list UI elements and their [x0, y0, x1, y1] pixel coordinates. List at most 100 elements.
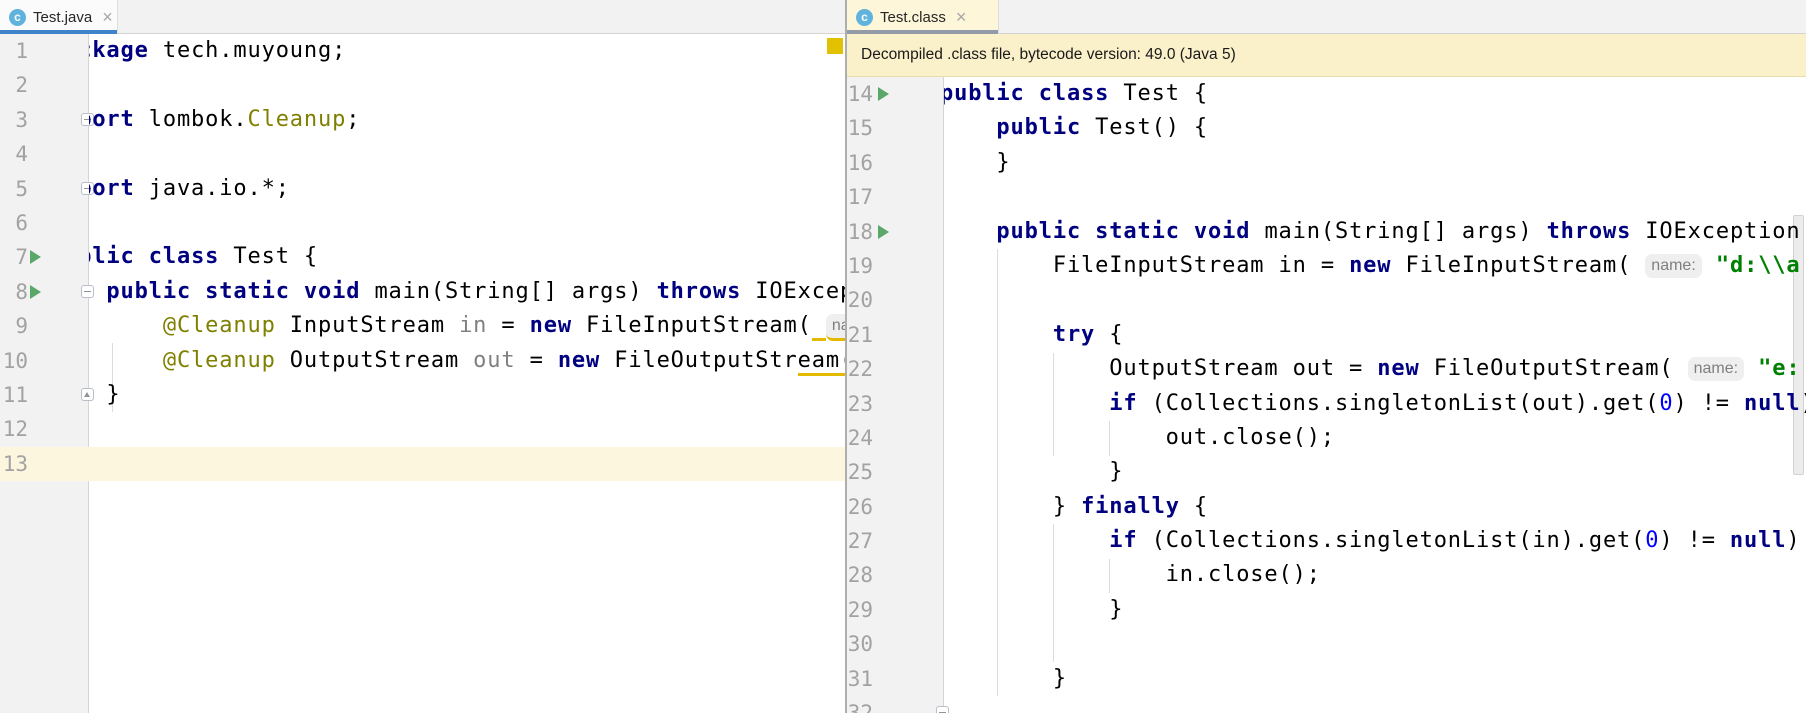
code-line[interactable]: 16 } [847, 146, 1806, 180]
code-line[interactable]: 15 public Test() { [847, 111, 1806, 145]
code-text[interactable]: } [944, 662, 1806, 696]
line-number[interactable]: 17 [847, 180, 873, 214]
code-line[interactable]: 3 import lombok.Cleanup; [0, 103, 845, 137]
line-number[interactable]: 23 [847, 387, 873, 421]
code-text[interactable]: } [944, 455, 1806, 489]
line-number[interactable]: 15 [847, 111, 873, 145]
code-text[interactable]: import lombok.Cleanup; [89, 103, 845, 137]
line-number[interactable]: 16 [847, 146, 873, 180]
code-line[interactable]: 26 } finally { [847, 490, 1806, 524]
line-number[interactable]: 27 [847, 524, 873, 558]
code-text[interactable]: } [89, 378, 845, 412]
run-icon[interactable] [30, 284, 41, 299]
line-number[interactable]: 14 [847, 77, 873, 111]
code-text[interactable]: @Cleanup InputStream in = new FileInputS… [89, 309, 845, 343]
line-number[interactable]: 10 [0, 344, 28, 378]
code-line[interactable]: 13 [0, 447, 845, 481]
run-icon[interactable] [30, 250, 41, 265]
code-line[interactable]: 18 public static void main(String[] args… [847, 215, 1806, 249]
code-line[interactable]: 25 } [847, 455, 1806, 489]
code-text[interactable]: out.close(); [944, 421, 1806, 455]
code-text[interactable]: public Test() { [944, 111, 1806, 145]
code-line[interactable]: 27 if (Collections.singletonList(in).get… [847, 524, 1806, 558]
code-editor-source[interactable]: 1 package tech.muyoung; 23 import lombok.Cl… [0, 34, 845, 713]
code-text[interactable] [89, 137, 845, 171]
code-text[interactable]: FileInputStream in = new FileInputStream… [944, 249, 1806, 283]
code-line[interactable]: 22 OutputStream out = new FileOutputStre… [847, 352, 1806, 386]
tab-test-class[interactable]: c Test.class × [847, 0, 999, 34]
close-icon[interactable]: × [956, 8, 967, 26]
code-text[interactable] [944, 627, 1806, 661]
code-text[interactable]: package tech.muyoung; [89, 34, 845, 68]
line-number[interactable]: 21 [847, 318, 873, 352]
run-icon[interactable] [878, 87, 889, 101]
code-text[interactable]: in.close(); [944, 558, 1806, 592]
code-line[interactable]: 32 [847, 696, 1806, 713]
code-text[interactable]: public static void main(String[] args) t… [89, 275, 845, 309]
line-number[interactable]: 32 [847, 696, 873, 713]
line-number[interactable]: 18 [847, 215, 873, 249]
code-line[interactable]: 30 [847, 627, 1806, 661]
code-line[interactable]: 12 [0, 412, 845, 446]
code-line[interactable]: 10 @Cleanup OutputStream out = new FileO… [0, 344, 845, 378]
line-number[interactable]: 28 [847, 558, 873, 592]
code-text[interactable]: } [944, 146, 1806, 180]
line-number[interactable]: 5 [0, 172, 28, 206]
code-line[interactable]: 20 [847, 283, 1806, 317]
code-line[interactable]: 7 public class Test { [0, 240, 845, 274]
code-line[interactable]: 1 package tech.muyoung; [0, 34, 845, 68]
code-text[interactable]: OutputStream out = new FileOutputStream(… [944, 352, 1806, 386]
line-number[interactable]: 7 [0, 240, 28, 274]
code-line[interactable]: 31 } [847, 662, 1806, 696]
code-line[interactable]: 8 public static void main(String[] args)… [0, 275, 845, 309]
line-number[interactable]: 26 [847, 490, 873, 524]
code-text[interactable]: @Cleanup OutputStream out = new FileOutp… [89, 344, 845, 378]
line-number[interactable]: 31 [847, 662, 873, 696]
code-text[interactable]: if (Collections.singletonList(out).get(0… [944, 387, 1806, 421]
line-number[interactable]: 6 [0, 206, 28, 240]
line-number[interactable]: 29 [847, 593, 873, 627]
line-number[interactable]: 19 [847, 249, 873, 283]
tab-test-java[interactable]: c Test.java × [0, 0, 118, 34]
code-line[interactable]: 29 } [847, 593, 1806, 627]
line-number[interactable]: 20 [847, 283, 873, 317]
line-number[interactable]: 22 [847, 352, 873, 386]
code-text[interactable] [89, 447, 845, 481]
code-line[interactable]: 17 [847, 180, 1806, 214]
code-text[interactable]: public class Test { [944, 77, 1806, 111]
line-number[interactable]: 4 [0, 137, 28, 171]
code-editor-decompiled[interactable]: 14 public class Test {15 public Test() {1… [847, 77, 1806, 713]
line-number[interactable]: 25 [847, 455, 873, 489]
code-text[interactable]: public class Test { [89, 240, 845, 274]
code-text[interactable] [944, 180, 1806, 214]
code-text[interactable] [944, 696, 1806, 713]
code-line[interactable]: 28 in.close(); [847, 558, 1806, 592]
code-line[interactable]: 9 @Cleanup InputStream in = new FileInpu… [0, 309, 845, 343]
code-text[interactable]: try { [944, 318, 1806, 352]
code-line[interactable]: 5 import java.io.*; [0, 172, 845, 206]
code-line[interactable]: 19 FileInputStream in = new FileInputStr… [847, 249, 1806, 283]
line-number[interactable]: 11 [0, 378, 28, 412]
line-number[interactable]: 12 [0, 412, 28, 446]
line-number[interactable]: 24 [847, 421, 873, 455]
close-icon[interactable]: × [102, 8, 113, 26]
code-text[interactable]: } finally { [944, 490, 1806, 524]
code-line[interactable]: 2 [0, 68, 845, 102]
run-icon[interactable] [878, 224, 889, 239]
code-text[interactable]: import java.io.*; [89, 172, 845, 206]
line-number[interactable]: 2 [0, 68, 28, 102]
code-text[interactable]: } [944, 593, 1806, 627]
code-line[interactable]: 24 out.close(); [847, 421, 1806, 455]
code-line[interactable]: 23 if (Collections.singletonList(out).ge… [847, 387, 1806, 421]
line-number[interactable]: 1 [0, 34, 28, 68]
line-number[interactable]: 13 [0, 447, 28, 481]
code-text[interactable]: if (Collections.singletonList(in).get(0)… [944, 524, 1806, 558]
line-number[interactable]: 9 [0, 309, 28, 343]
code-text[interactable] [944, 283, 1806, 317]
code-line[interactable]: 6 [0, 206, 845, 240]
code-line[interactable]: 11 } [0, 378, 845, 412]
line-number[interactable]: 30 [847, 627, 873, 661]
line-number[interactable]: 3 [0, 103, 28, 137]
code-line[interactable]: 21 try { [847, 318, 1806, 352]
code-line[interactable]: 4 [0, 137, 845, 171]
